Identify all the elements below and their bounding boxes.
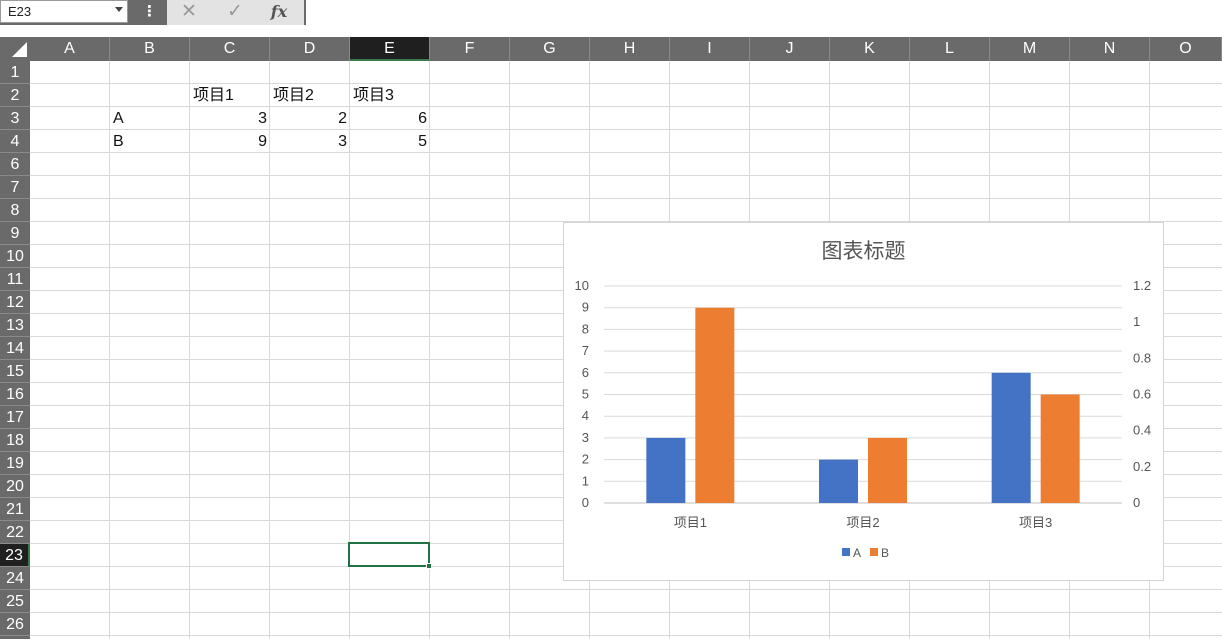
legend-label-A: A (853, 546, 861, 560)
column-header-I[interactable]: I (670, 37, 750, 61)
column-header-G[interactable]: G (510, 37, 590, 61)
row-header-1[interactable]: 1 (0, 61, 30, 84)
bar-B-项目2[interactable] (868, 437, 907, 503)
column-header-A[interactable]: A (30, 37, 110, 61)
y-tick-label: 4 (582, 408, 589, 423)
row-header-3[interactable]: 3 (0, 107, 30, 130)
y-tick-label: 5 (582, 387, 589, 402)
cell-D3[interactable]: 2 (270, 107, 350, 130)
y-tick-label: 3 (582, 430, 589, 445)
y-tick-label: 0 (582, 495, 589, 510)
y-tick-label: 6 (582, 365, 589, 380)
row-header-11[interactable]: 11 (0, 268, 30, 291)
category-label: 项目1 (674, 515, 707, 530)
cell-B4[interactable]: B (110, 130, 190, 153)
category-label: 项目2 (846, 515, 879, 530)
row-header-21[interactable]: 21 (0, 498, 30, 521)
row-header-24[interactable]: 24 (0, 567, 30, 590)
column-header-J[interactable]: J (750, 37, 830, 61)
row-header-6[interactable]: 6 (0, 153, 30, 176)
y2-tick-label: 0.6 (1133, 387, 1151, 402)
y-tick-label: 2 (582, 452, 589, 467)
chevron-down-icon[interactable] (115, 7, 123, 12)
column-header-C[interactable]: C (190, 37, 270, 61)
row-header-22[interactable]: 22 (0, 521, 30, 544)
y2-tick-label: 1 (1133, 314, 1140, 329)
enter-icon[interactable]: ✓ (223, 1, 247, 23)
cell-C2[interactable]: 项目1 (190, 84, 270, 107)
cell-D2[interactable]: 项目2 (270, 84, 350, 107)
cell-E3[interactable]: 6 (350, 107, 430, 130)
column-header-O[interactable]: O (1150, 37, 1222, 61)
legend-swatch-B (870, 548, 878, 556)
cell-C3[interactable]: 3 (190, 107, 270, 130)
formula-input[interactable] (306, 0, 1222, 25)
row-header-16[interactable]: 16 (0, 383, 30, 406)
legend-swatch-A (842, 548, 850, 556)
y2-tick-label: 0.2 (1133, 459, 1151, 474)
row-header-23[interactable]: 23 (0, 544, 30, 567)
y2-tick-label: 0.8 (1133, 350, 1151, 365)
row-header-2[interactable]: 2 (0, 84, 30, 107)
cancel-icon[interactable]: ✕ (177, 1, 201, 23)
y2-tick-label: 1.2 (1133, 278, 1151, 293)
more-options-icon[interactable]: ⋮ (142, 3, 157, 21)
column-header-F[interactable]: F (430, 37, 510, 61)
bar-B-项目3[interactable] (1040, 394, 1080, 504)
cell-B3[interactable]: A (110, 107, 190, 130)
row-header-15[interactable]: 15 (0, 360, 30, 383)
name-box[interactable]: E23 (0, 0, 128, 23)
row-header-12[interactable]: 12 (0, 291, 30, 314)
y-tick-label: 8 (582, 321, 589, 336)
column-header-N[interactable]: N (1070, 37, 1150, 61)
row-header-14[interactable]: 14 (0, 337, 30, 360)
bar-B-项目1[interactable] (695, 307, 735, 503)
row-header-13[interactable]: 13 (0, 314, 30, 337)
row-header-20[interactable]: 20 (0, 475, 30, 498)
cell-E2[interactable]: 项目3 (350, 84, 430, 107)
column-header-K[interactable]: K (830, 37, 910, 61)
row-header-10[interactable]: 10 (0, 245, 30, 268)
cell-E4[interactable]: 5 (350, 130, 430, 153)
column-header-M[interactable]: M (990, 37, 1070, 61)
row-header-18[interactable]: 18 (0, 429, 30, 452)
row-header-7[interactable]: 7 (0, 176, 30, 199)
y2-tick-label: 0.4 (1133, 423, 1151, 438)
chart-plot: 0 1 2 3 4 5 6 7 8 9 10 0 0.2 0.4 0.6 0.8 1 1.2 项目1 项目2 项目3 A B (575, 278, 1152, 560)
insert-function-icon[interactable]: fx (267, 1, 291, 23)
row-header-25[interactable]: 25 (0, 590, 30, 613)
column-header-H[interactable]: H (590, 37, 670, 61)
formula-buttons: ✕ ✓ fx (167, 0, 304, 25)
active-cell-E23[interactable] (348, 542, 430, 567)
row-header-17[interactable]: 17 (0, 406, 30, 429)
row-header-19[interactable]: 19 (0, 452, 30, 475)
cell-D4[interactable]: 3 (270, 130, 350, 153)
bar-A-项目2[interactable] (819, 459, 858, 503)
bar-A-项目3[interactable] (991, 372, 1031, 503)
row-header-9[interactable]: 9 (0, 222, 30, 245)
y2-tick-label: 0 (1133, 495, 1140, 510)
y-tick-label: 7 (582, 343, 589, 358)
column-header-D[interactable]: D (270, 37, 350, 61)
row-header-8[interactable]: 8 (0, 199, 30, 222)
fill-handle[interactable] (426, 563, 432, 569)
name-box-value: E23 (8, 4, 32, 19)
column-header-E[interactable]: E (350, 37, 430, 61)
column-header-B[interactable]: B (110, 37, 190, 61)
cell-C4[interactable]: 9 (190, 130, 270, 153)
column-header-L[interactable]: L (910, 37, 990, 61)
y-tick-label: 1 (582, 473, 589, 488)
row-header-26[interactable]: 26 (0, 613, 30, 636)
chart[interactable]: 图表标题 0 1 2 3 4 5 6 7 8 9 10 0 0.2 0.4 0.6 0.8 1 1.2 项目1 项目2… (563, 222, 1164, 581)
row-header-4[interactable]: 4 (0, 130, 30, 153)
category-label: 项目3 (1019, 515, 1052, 530)
y-tick-label: 10 (575, 278, 589, 293)
select-all-triangle-icon (12, 42, 27, 57)
legend-label-B: B (881, 546, 889, 560)
formula-bar: E23 ⋮ ✕ ✓ fx (0, 0, 1222, 25)
y-tick-label: 9 (582, 300, 589, 315)
bar-A-项目1[interactable] (646, 437, 686, 503)
